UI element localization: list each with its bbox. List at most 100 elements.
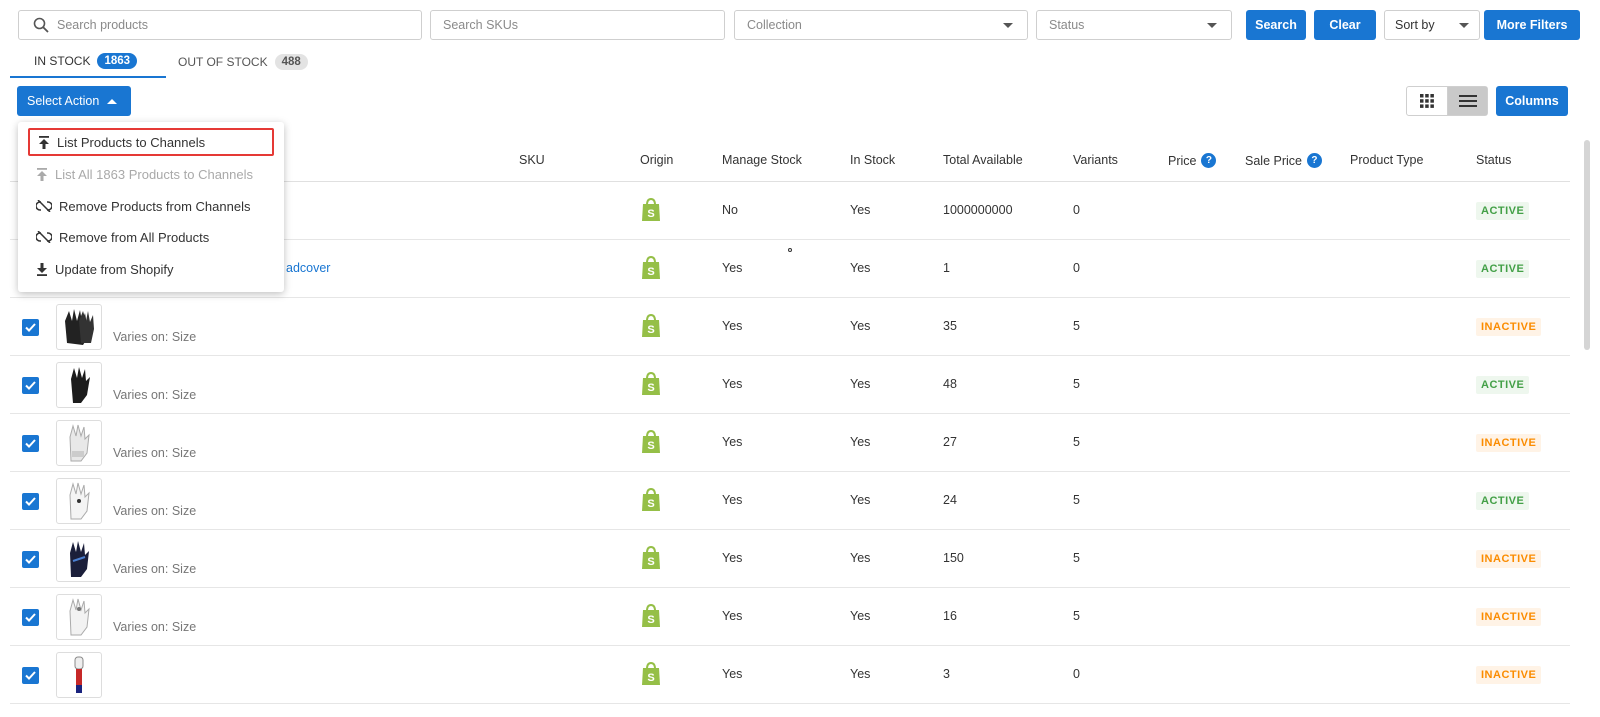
columns-button[interactable]: Columns [1496,86,1568,116]
menu-item-label: Remove Products from Channels [59,198,251,214]
sort-by-select[interactable]: Sort by [1384,10,1480,40]
table-row[interactable]: Varies on: Size S Yes Yes 150 5 INACTIVE [10,530,1570,588]
in-stock-value: Yes [850,319,871,333]
table-row[interactable]: Varies on: Size S Yes Yes 24 5 ACTIVE [10,472,1570,530]
shopify-icon: S [642,256,660,279]
manage-stock-value: Yes [722,319,743,333]
product-title-link[interactable]: adcover [286,261,330,275]
menu-item-label: List Products to Channels [57,134,206,150]
scrollbar[interactable] [1584,140,1590,350]
svg-text:S: S [647,440,654,452]
header-origin[interactable]: Origin [640,153,673,167]
cursor-dot [788,248,792,252]
row-checkbox[interactable] [22,609,39,626]
row-checkbox[interactable] [22,667,39,684]
table-row[interactable]: Varies on: Size S Yes Yes 16 5 INACTIVE [10,588,1570,646]
manage-stock-value: No [722,203,738,217]
row-checkbox[interactable] [22,551,39,568]
menu-item-list-products[interactable]: List Products to Channels [28,128,274,156]
total-available-value: 1000000000 [943,203,1013,217]
menu-item-remove-products[interactable]: Remove Products from Channels [28,192,274,220]
table-row[interactable]: Varies on: Size S Yes Yes 35 5 INACTIVE [10,298,1570,356]
download-icon [37,262,47,276]
product-thumbnail[interactable] [56,420,102,466]
varies-on-label: Varies on: Size [113,388,197,402]
search-input[interactable]: Search products [18,10,422,40]
svg-text:S: S [647,672,654,684]
product-thumbnail[interactable] [56,362,102,408]
tab-label: IN STOCK [34,54,91,68]
help-icon[interactable]: ? [1201,153,1217,168]
product-thumbnail[interactable] [56,478,102,524]
total-available-value: 24 [943,493,957,507]
total-available-value: 48 [943,377,957,391]
header-total-available[interactable]: Total Available [943,153,1023,167]
variants-value: 5 [1073,319,1080,333]
select-action-button[interactable]: Select Action [17,86,131,116]
row-checkbox[interactable] [22,493,39,510]
collection-select[interactable]: Collection [734,10,1028,40]
varies-on-label: Varies on: Size [113,446,197,460]
menu-item-label: List All 1863 Products to Channels [55,166,254,182]
varies-on-label: Varies on: Size [113,504,197,518]
product-thumbnail[interactable] [56,594,102,640]
in-stock-value: Yes [850,435,871,449]
table-row[interactable]: Varies on: Size S Yes Yes 27 5 INACTIVE [10,414,1570,472]
count-badge: 1863 [97,53,138,69]
grid-view-button[interactable] [1407,87,1447,115]
help-icon[interactable]: ? [1306,153,1322,168]
header-in-stock[interactable]: In Stock [850,153,895,167]
in-stock-value: Yes [850,377,871,391]
header-price[interactable]: Price ? [1168,153,1217,168]
checkmark-icon [25,671,36,680]
sku-search-input[interactable]: Search SKUs [430,10,725,40]
header-product-type[interactable]: Product Type [1350,153,1423,167]
variants-value: 5 [1073,551,1080,565]
status-badge: ACTIVE [1476,492,1530,510]
row-checkbox[interactable] [22,435,39,452]
menu-item-update-shopify[interactable]: Update from Shopify [28,255,274,283]
menu-item-label: Update from Shopify [55,261,174,277]
variants-value: 5 [1073,609,1080,623]
upload-icon [39,135,49,149]
upload-icon [37,167,47,181]
tab-out-of-stock[interactable]: OUT OF STOCK 488 [178,46,328,78]
status-badge: INACTIVE [1476,434,1542,452]
header-manage-stock[interactable]: Manage Stock [722,153,802,167]
menu-item-list-all-products[interactable]: List All 1863 Products to Channels [28,160,274,188]
header-sale-price[interactable]: Sale Price ? [1245,153,1322,168]
product-thumbnail[interactable] [56,304,102,350]
shopify-icon: S [642,604,660,627]
status-badge: INACTIVE [1476,666,1542,684]
status-badge: INACTIVE [1476,608,1542,626]
shopify-icon: S [642,314,660,337]
header-status[interactable]: Status [1476,153,1511,167]
list-view-button[interactable] [1447,87,1487,115]
search-button[interactable]: Search [1246,10,1306,40]
header-variants[interactable]: Variants [1073,153,1118,167]
product-thumbnail[interactable] [56,536,102,582]
status-select[interactable]: Status [1036,10,1232,40]
varies-on-label: Varies on: Size [113,620,197,634]
table-row[interactable]: S Yes Yes 3 0 INACTIVE [10,646,1570,704]
in-stock-value: Yes [850,261,871,275]
table-row[interactable]: Varies on: Size S Yes Yes 48 5 ACTIVE [10,356,1570,414]
more-filters-button[interactable]: More Filters [1484,10,1580,40]
total-available-value: 3 [943,667,950,681]
grid-icon [1420,94,1434,108]
row-checkbox[interactable] [22,319,39,336]
tab-in-stock[interactable]: IN STOCK 1863 [10,46,166,78]
row-checkbox[interactable] [22,377,39,394]
status-placeholder: Status [1049,18,1085,32]
in-stock-value: Yes [850,667,871,681]
clear-button[interactable]: Clear [1314,10,1376,40]
total-available-value: 1 [943,261,950,275]
variants-value: 0 [1073,667,1080,681]
menu-item-remove-all[interactable]: Remove from All Products [28,223,274,251]
shopify-icon: S [642,372,660,395]
header-sku[interactable]: SKU [519,153,545,167]
variants-value: 5 [1073,493,1080,507]
total-available-value: 27 [943,435,957,449]
product-thumbnail[interactable] [56,652,102,698]
manage-stock-value: Yes [722,261,743,275]
